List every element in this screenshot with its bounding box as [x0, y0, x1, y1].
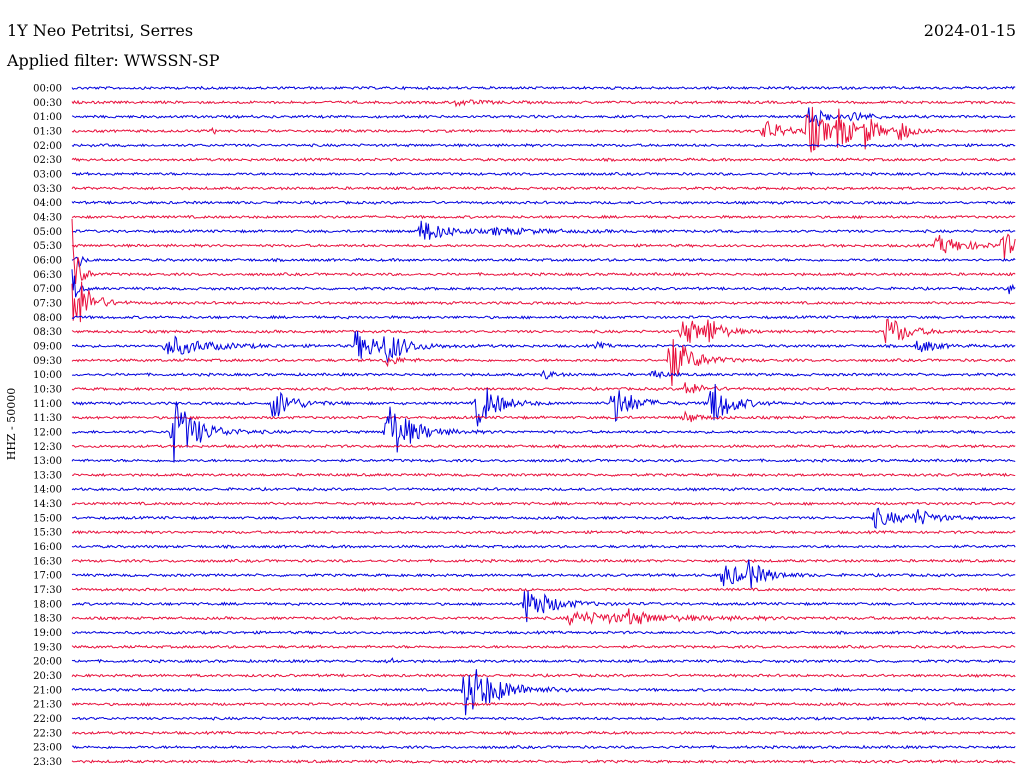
trace-line	[72, 744, 1016, 750]
row-time-label: 18:00	[33, 599, 62, 610]
trace-line	[71, 486, 1016, 492]
trace-line	[71, 443, 1016, 449]
row-time-label: 19:00	[33, 628, 62, 639]
row-time-label: 17:30	[33, 585, 62, 596]
trace-line	[71, 171, 1016, 177]
trace-line	[71, 330, 1016, 363]
trace-line	[71, 314, 1016, 320]
trace-line	[71, 559, 1016, 589]
row-time-label: 01:00	[33, 112, 62, 123]
trace-line	[71, 410, 1016, 423]
trace-line	[71, 233, 1016, 259]
row-time-label: 04:30	[33, 212, 62, 223]
trace-line	[71, 401, 1016, 463]
row-time-label: 04:00	[33, 198, 62, 209]
trace-line	[71, 383, 1016, 427]
trace-line	[72, 507, 1016, 530]
row-time-label: 14:30	[33, 499, 62, 510]
row-time-label: 15:30	[33, 528, 62, 539]
row-time-label: 02:00	[33, 141, 62, 152]
trace-line	[71, 200, 1016, 206]
trace-line	[71, 644, 1016, 650]
row-time-label: 22:00	[33, 714, 62, 725]
row-time-label: 11:00	[33, 399, 62, 410]
trace-line	[71, 544, 1016, 550]
trace-line	[71, 319, 1016, 344]
trace-line	[71, 255, 1016, 268]
row-time-label: 02:30	[33, 155, 62, 166]
trace-line	[71, 558, 1016, 564]
trace-line	[71, 214, 1016, 220]
trace-line	[71, 716, 1016, 721]
trace-line	[71, 529, 1016, 535]
row-time-label: 13:30	[33, 470, 62, 481]
row-time-label: 22:30	[33, 728, 62, 739]
trace-line	[71, 701, 1016, 707]
row-time-label: 08:30	[33, 327, 62, 338]
row-time-label: 03:30	[33, 184, 62, 195]
row-time-label: 14:00	[33, 485, 62, 496]
row-time-label: 15:00	[33, 513, 62, 524]
row-time-label: 23:00	[33, 743, 62, 754]
row-time-label: 07:00	[33, 284, 62, 295]
row-time-label: 10:00	[33, 370, 62, 381]
seismogram-plot: HHZ - 50000 00:00 00:30 01:00 01:30 02:00 02:…	[5, 84, 1016, 768]
trace-line	[71, 759, 1016, 764]
row-time-label: 13:00	[33, 456, 62, 467]
row-time-label: 09:00	[33, 341, 62, 352]
trace-line	[71, 99, 1016, 108]
trace-line	[71, 587, 1016, 592]
row-time-label: 21:30	[33, 700, 62, 711]
row-time-label: 01:30	[33, 126, 62, 137]
trace-line	[71, 107, 1016, 127]
row-time-label: 17:00	[33, 571, 62, 582]
trace-line	[71, 657, 1016, 664]
trace-line	[71, 730, 1016, 736]
row-time-label: 00:00	[33, 84, 62, 95]
trace-line	[71, 630, 1016, 636]
row-time-label: 12:30	[33, 442, 62, 453]
row-time-label: 16:30	[33, 556, 62, 567]
row-time-label: 09:30	[33, 356, 62, 367]
trace-line	[71, 142, 1016, 148]
trace-line	[71, 157, 1016, 163]
trace-line	[71, 672, 1016, 678]
trace-line	[71, 185, 1016, 191]
row-time-label: 23:30	[33, 757, 62, 768]
trace-line	[71, 85, 1016, 91]
row-time-label: 00:30	[33, 98, 62, 109]
row-time-label: 05:30	[33, 241, 62, 252]
row-time-label: 08:00	[33, 313, 62, 324]
y-axis-label: HHZ - 50000	[5, 388, 18, 461]
row-time-label: 03:00	[33, 169, 62, 180]
row-time-label: 19:30	[33, 642, 62, 653]
row-time-label: 05:00	[33, 227, 62, 238]
row-time-label: 06:30	[33, 270, 62, 281]
row-time-label: 18:30	[33, 614, 62, 625]
row-time-label: 12:00	[33, 427, 62, 438]
trace-line	[71, 220, 1016, 240]
row-time-label: 11:30	[33, 413, 62, 424]
row-time-label: 20:00	[33, 657, 62, 668]
trace-line	[71, 382, 1016, 394]
row-time-label: 20:30	[33, 671, 62, 682]
row-time-label: 06:00	[33, 255, 62, 266]
trace-line	[71, 218, 1016, 285]
row-time-label: 07:30	[33, 298, 62, 309]
row-time-label: 21:00	[33, 685, 62, 696]
row-time-label: 10:30	[33, 384, 62, 395]
trace-line	[71, 458, 1016, 463]
trace-line	[71, 472, 1016, 478]
trace-group: 00:00 00:30 01:00 01:30 02:00 02:30 03:00 03:30…	[33, 84, 1016, 768]
trace-line	[71, 369, 1016, 380]
trace-line	[71, 501, 1016, 506]
row-time-label: 16:00	[33, 542, 62, 553]
